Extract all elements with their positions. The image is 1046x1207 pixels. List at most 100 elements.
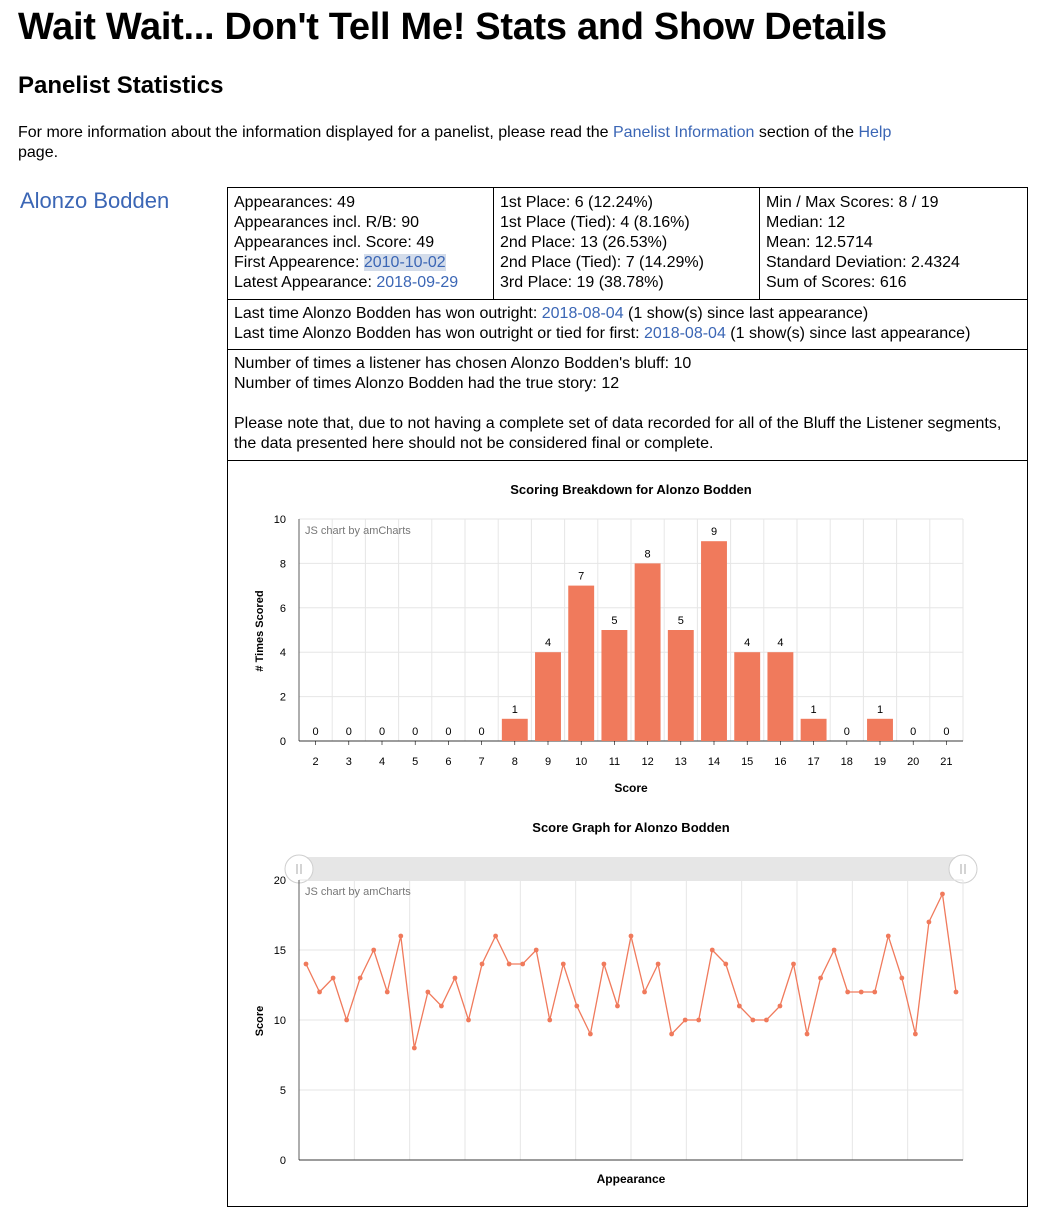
score-point (642, 989, 647, 995)
last-win-outright-prefix: Last time Alonzo Bodden has won outright… (234, 305, 542, 322)
score-graph-chart: Score Graph for Alonzo Bodden 0 5 10 15 20 JS … (254, 820, 978, 1186)
score-point (574, 1003, 580, 1009)
bar-x-tick-label: 12 (641, 756, 653, 768)
bar-y-tick-label: 4 (280, 647, 286, 659)
first-place: 1st Place: 6 (12.24%) (500, 194, 653, 211)
bar-value-label: 9 (711, 526, 717, 538)
scrollbar-handle-right[interactable] (948, 854, 978, 884)
bar-x-tick-label: 8 (512, 756, 518, 768)
score-point (330, 975, 336, 981)
bar-x-tick-label: 6 (445, 756, 451, 768)
bar-value-label: 4 (545, 637, 551, 649)
standard-deviation: Standard Deviation: 2.4324 (766, 254, 960, 271)
bar-value-label: 0 (910, 726, 916, 738)
last-win-tied-link[interactable]: 2018-08-04 (644, 325, 726, 342)
score-stats-cell: Min / Max Scores: 8 / 19 Median: 12 Mean… (759, 187, 1028, 300)
last-win-cell: Last time Alonzo Bodden has won outright… (227, 299, 1028, 350)
line-y-tick-label: 15 (274, 945, 286, 957)
score-point (344, 1017, 350, 1023)
last-win-tied-suffix: (1 show(s) since last appearance) (725, 325, 971, 342)
bar-value-label: 1 (811, 704, 817, 716)
bar-x-tick-label: 4 (379, 756, 385, 768)
score-point (804, 1031, 810, 1037)
second-place-tied: 2nd Place (Tied): 7 (14.29%) (500, 254, 704, 271)
score-point (439, 1003, 444, 1009)
first-appearance-label: First Appearence: (234, 254, 364, 271)
bar-y-tick-label: 6 (280, 603, 286, 615)
score-point (899, 975, 905, 981)
score-point (858, 989, 864, 995)
bar-value-label: 0 (412, 726, 418, 738)
bar-x-tick-label: 11 (609, 756, 620, 768)
bar-value-label: 4 (777, 637, 783, 649)
score-point (587, 1031, 593, 1037)
score-point (655, 961, 661, 967)
last-win-outright-suffix: (1 show(s) since last appearance) (623, 305, 869, 322)
score-point (601, 961, 607, 967)
bar (701, 541, 727, 741)
latest-appearance-link[interactable]: 2018-09-29 (376, 274, 458, 291)
score-point (682, 1017, 688, 1023)
bar-value-label: 0 (445, 726, 451, 738)
bar (568, 585, 595, 741)
bar-value-label: 8 (645, 548, 651, 560)
bar-y-tick-label: 2 (280, 692, 286, 704)
score-point (452, 975, 458, 981)
score-point (317, 989, 322, 995)
bar-y-tick-label: 8 (280, 558, 286, 570)
bar-x-tick-label: 7 (479, 756, 485, 768)
line-y-tick-label: 10 (274, 1015, 286, 1027)
last-win-tied-prefix: Last time Alonzo Bodden has won outright… (234, 325, 644, 342)
score-point (371, 947, 377, 953)
bar (535, 652, 561, 741)
line-y-tick-label: 20 (274, 875, 286, 887)
bar-x-tick-label: 14 (708, 756, 720, 768)
intro-mid: section of the (754, 124, 859, 141)
help-link[interactable]: Help (858, 124, 891, 141)
panelist-information-link[interactable]: Panelist Information (613, 124, 754, 141)
bar-value-label: 5 (678, 615, 684, 627)
bar-x-tick-label: 21 (940, 756, 952, 768)
score-point (547, 1017, 553, 1023)
mean-score: Mean: 12.5714 (766, 234, 873, 251)
min-max-scores: Min / Max Scores: 8 / 19 (766, 194, 939, 211)
score-point (723, 961, 729, 967)
bar-x-tick-label: 9 (545, 756, 551, 768)
line-y-axis-label: Score (254, 1006, 266, 1037)
score-point (872, 989, 878, 995)
bar-value-label: 0 (346, 726, 352, 738)
bar (667, 630, 694, 741)
bar-chart-title: Scoring Breakdown for Alonzo Bodden (510, 482, 752, 497)
score-point (926, 919, 932, 925)
chart-scrollbar[interactable] (299, 857, 963, 881)
score-point (831, 947, 837, 953)
third-place: 3rd Place: 19 (38.78%) (500, 274, 664, 291)
bar-value-label: 1 (512, 704, 518, 716)
first-appearance: First Appearence: 2010-10-02 (234, 253, 487, 273)
intro-suffix: page. (18, 144, 59, 161)
panelist-stats-table: Appearances: 49 Appearances incl. R/B: 9… (227, 187, 1028, 1207)
panelist-name-link[interactable]: Alonzo Bodden (20, 188, 169, 214)
score-point (411, 1045, 417, 1051)
bar-x-tick-label: 3 (346, 756, 352, 768)
appearances-rb: Appearances incl. R/B: 90 (234, 214, 419, 231)
score-point (628, 933, 634, 939)
last-win-outright-link[interactable]: 2018-08-04 (542, 305, 624, 322)
score-point (791, 961, 796, 967)
score-point (953, 989, 959, 995)
bar-x-tick-label: 10 (575, 756, 587, 768)
bar-x-tick-label: 20 (907, 756, 919, 768)
first-appearance-link[interactable]: 2010-10-02 (363, 254, 446, 271)
scoring-breakdown-chart: Scoring Breakdown for Alonzo Bodden 0 2 4 6 8… (254, 482, 964, 795)
page-title: Wait Wait... Don't Tell Me! Stats and Sh… (18, 6, 887, 48)
bluff-chosen-count: Number of times a listener has chosen Al… (234, 355, 692, 372)
score-point (669, 1031, 675, 1037)
score-point (357, 975, 363, 981)
bar-x-tick-label: 16 (774, 756, 786, 768)
score-point (398, 933, 404, 939)
score-point (384, 989, 390, 995)
score-point (479, 961, 485, 967)
scrollbar-handle-left[interactable] (284, 854, 314, 884)
appearances-score: Appearances incl. Score: 49 (234, 234, 435, 251)
score-point (709, 947, 715, 953)
